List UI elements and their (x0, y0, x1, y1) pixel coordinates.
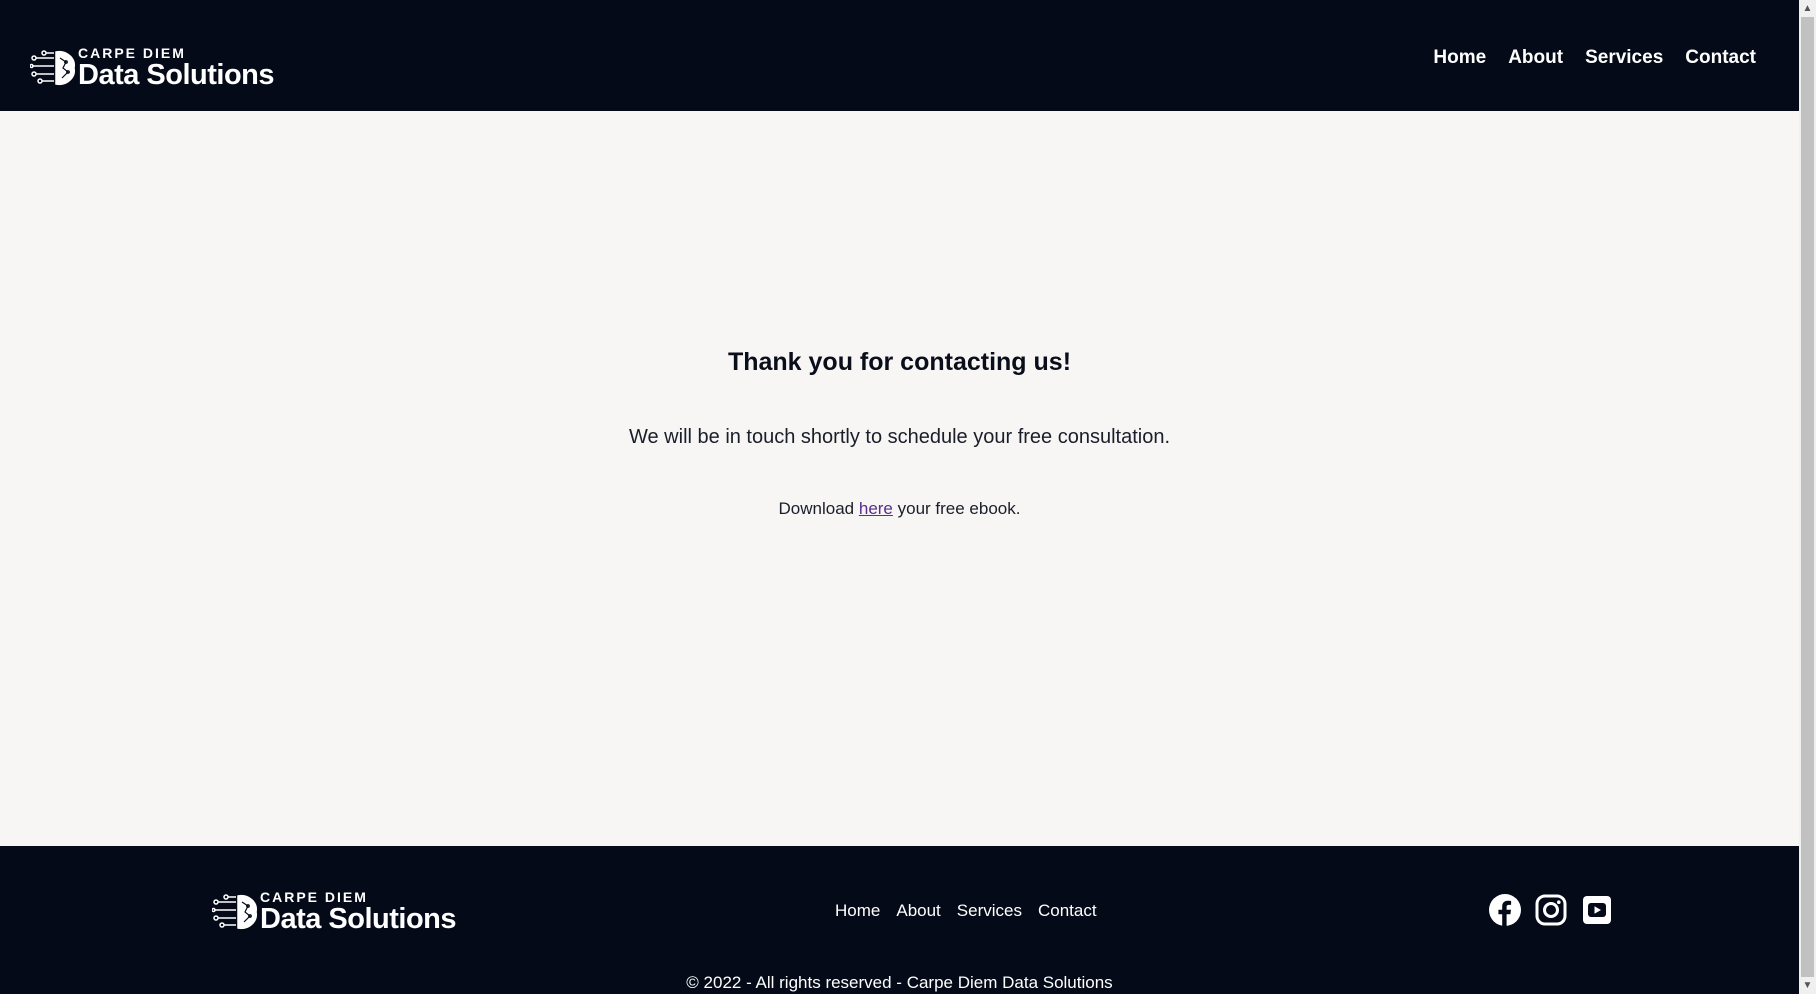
scroll-up-arrow-icon[interactable]: ▲ (1799, 0, 1816, 17)
consultation-message: We will be in touch shortly to schedule … (628, 426, 1171, 448)
header-logo[interactable]: CARPE DIEM Data Solutions (30, 45, 275, 91)
social-links (1489, 894, 1613, 926)
brain-circuit-icon (30, 50, 75, 86)
footer-brand-small: CARPE DIEM (260, 889, 368, 905)
brand-small: CARPE DIEM (78, 45, 186, 61)
nav-home[interactable]: Home (1433, 47, 1486, 69)
brain-circuit-icon (212, 894, 257, 930)
youtube-icon[interactable] (1581, 894, 1613, 926)
download-suffix: your free ebook. (897, 499, 1021, 518)
nav-services[interactable]: Services (1585, 47, 1663, 69)
instagram-icon[interactable] (1535, 894, 1567, 926)
scrollbar-thumb[interactable] (1801, 17, 1814, 977)
download-prefix: Download (778, 499, 855, 518)
footer-nav-about[interactable]: About (896, 901, 940, 921)
ebook-download-link[interactable]: here (859, 499, 893, 518)
thank-you-title: Thank you for contacting us! (727, 348, 1072, 376)
footer-brand-text: CARPE DIEM Data Solutions (260, 889, 457, 935)
footer-brand-name: Data Solutions (260, 903, 457, 935)
footer-nav-contact[interactable]: Contact (1038, 901, 1097, 921)
footer-nav-home[interactable]: Home (835, 901, 880, 921)
footer-nav-services[interactable]: Services (957, 901, 1022, 921)
brand-name: Data Solutions (78, 59, 275, 91)
main-nav: Home About Services Contact (1433, 47, 1756, 69)
nav-about[interactable]: About (1508, 47, 1563, 69)
copyright-text: © 2022 - All rights reserved - Carpe Die… (686, 973, 1113, 992)
download-line: Download here your free ebook. (0, 499, 1799, 519)
vertical-scrollbar[interactable]: ▲ ▼ (1799, 0, 1816, 994)
site-footer: CARPE DIEM Data Solutions Home About Ser… (0, 846, 1799, 994)
nav-contact[interactable]: Contact (1685, 47, 1756, 69)
brand-text: CARPE DIEM Data Solutions (78, 45, 275, 91)
scroll-down-arrow-icon[interactable]: ▼ (1799, 977, 1816, 994)
footer-logo[interactable]: CARPE DIEM Data Solutions (212, 889, 457, 935)
main-content: Thank you for contacting us! We will be … (0, 111, 1799, 846)
site-header: CARPE DIEM Data Solutions Home About Ser… (0, 0, 1799, 111)
page: CARPE DIEM Data Solutions Home About Ser… (0, 0, 1799, 994)
facebook-icon[interactable] (1489, 894, 1521, 926)
footer-nav: Home About Services Contact (835, 901, 1097, 921)
